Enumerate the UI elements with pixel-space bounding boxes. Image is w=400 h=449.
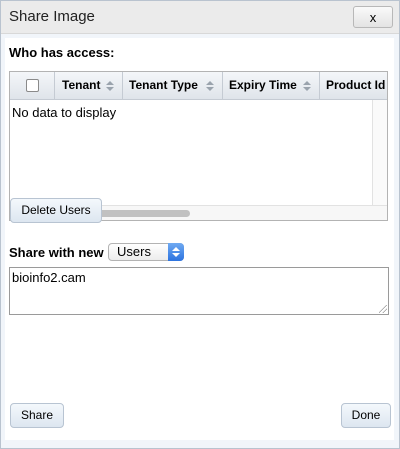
share-with-new-label: Share with new: [9, 245, 104, 260]
done-button[interactable]: Done: [341, 403, 391, 428]
dialog-title: Share Image: [9, 8, 95, 25]
vertical-scrollbar[interactable]: [372, 100, 387, 205]
chevron-updown-icon: [168, 243, 184, 261]
share-recipients-textarea[interactable]: bioinfo2.cam: [9, 267, 389, 315]
delete-users-button[interactable]: Delete Users: [10, 198, 102, 223]
sort-icon: [206, 81, 214, 91]
grid-header: Tenant Tenant Type Expiry Time Product I…: [10, 72, 387, 100]
select-all-column: [10, 72, 55, 99]
column-label: Expiry Time: [229, 78, 297, 92]
resize-handle-icon[interactable]: [379, 305, 387, 313]
dialog-body: Who has access: Tenant Tenant Type Expir…: [1, 34, 399, 448]
share-button[interactable]: Share: [10, 403, 64, 428]
dialog-titlebar: Share Image x: [1, 1, 399, 34]
share-type-selected: Users: [117, 244, 151, 259]
column-label: Tenant: [62, 78, 101, 92]
column-header-tenant[interactable]: Tenant: [55, 72, 123, 99]
share-recipients-value: bioinfo2.cam: [12, 270, 86, 285]
column-header-product-id[interactable]: Product Id: [320, 72, 387, 99]
sort-icon: [303, 81, 311, 91]
share-image-dialog: Share Image x Who has access: Tenant Ten…: [0, 0, 400, 449]
select-all-checkbox[interactable]: [26, 79, 39, 92]
dialog-content: Who has access: Tenant Tenant Type Expir…: [5, 38, 394, 440]
sort-icon: [106, 81, 114, 91]
grid-empty-message: No data to display: [12, 105, 117, 120]
column-header-tenant-type[interactable]: Tenant Type: [123, 72, 223, 99]
who-has-access-heading: Who has access:: [9, 45, 115, 60]
close-button[interactable]: x: [353, 6, 393, 28]
column-label: Product Id: [326, 78, 386, 92]
column-header-expiry-time[interactable]: Expiry Time: [223, 72, 320, 99]
share-type-select[interactable]: Users: [108, 243, 184, 261]
column-label: Tenant Type: [129, 78, 198, 92]
